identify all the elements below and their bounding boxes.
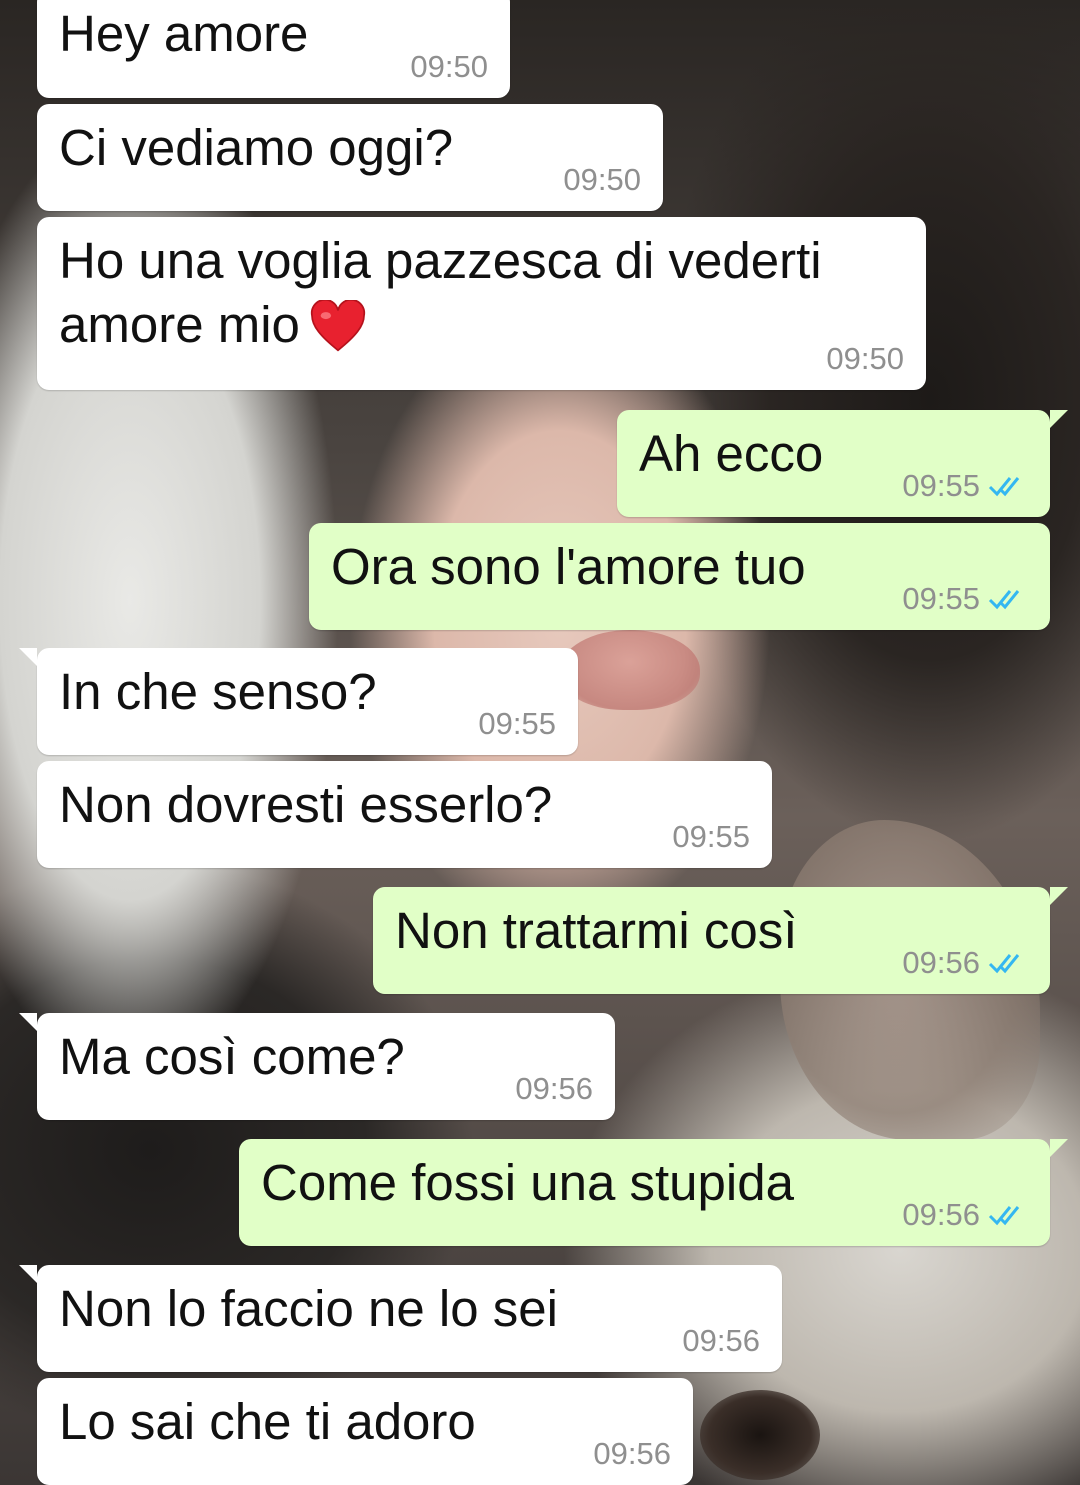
double-check-read-icon <box>988 590 1020 610</box>
wallpaper-detail <box>700 1390 820 1480</box>
double-check-read-icon <box>988 1206 1020 1226</box>
message-text: Ah ecco <box>639 425 824 482</box>
message-text: Non lo faccio ne lo sei <box>59 1280 558 1337</box>
message-time: 09:56 <box>902 945 980 980</box>
message-text: Lo sai che ti adoro <box>59 1393 476 1450</box>
message-time: 09:55 <box>478 706 556 741</box>
double-check-read-icon <box>988 477 1020 497</box>
message-text: Hey amore <box>59 5 309 62</box>
message-time: 09:50 <box>563 162 641 197</box>
message-bubble-incoming[interactable]: Ci vediamo oggi? 09:50 <box>37 104 663 211</box>
message-time: 09:50 <box>410 49 488 84</box>
message-text: Ci vediamo oggi? <box>59 119 454 176</box>
wallpaper-detail <box>560 630 700 710</box>
message-time: 09:56 <box>593 1436 671 1471</box>
message-bubble-outgoing[interactable]: Come fossi una stupida 09:56 <box>239 1139 1068 1246</box>
message-bubble-incoming[interactable]: Ma così come? 09:56 <box>19 1013 615 1120</box>
message-bubble-incoming[interactable]: Non dovresti esserlo? 09:55 <box>37 761 772 868</box>
message-text: Ma così come? <box>59 1028 405 1085</box>
message-time: 09:55 <box>672 819 750 854</box>
message-time: 09:50 <box>826 341 904 376</box>
message-time: 09:55 <box>902 581 980 616</box>
message-bubble-outgoing[interactable]: Ah ecco 09:55 <box>617 410 1068 517</box>
message-text: Ora sono l'amore tuo <box>331 538 806 595</box>
message-bubble-incoming[interactable]: In che senso? 09:55 <box>19 648 578 755</box>
message-bubble-incoming[interactable]: Non lo faccio ne lo sei 09:56 <box>19 1265 782 1372</box>
message-time: 09:55 <box>902 468 980 503</box>
message-bubble-outgoing[interactable]: Non trattarmi così 09:56 <box>373 887 1068 994</box>
message-text: Non trattarmi così <box>395 902 798 959</box>
red-heart-icon <box>310 300 366 352</box>
message-text: Ho una voglia pazzesca di vederti <box>59 232 822 289</box>
message-bubble-outgoing[interactable]: Ora sono l'amore tuo 09:55 <box>309 523 1050 630</box>
message-bubble-incoming[interactable]: Lo sai che ti adoro 09:56 <box>37 1378 693 1485</box>
message-text: Non dovresti esserlo? <box>59 776 553 833</box>
message-bubble-incoming[interactable]: Hey amore 09:50 <box>37 0 510 98</box>
message-time: 09:56 <box>515 1071 593 1106</box>
message-text: Come fossi una stupida <box>261 1154 794 1211</box>
message-text-line2: amore mio <box>59 296 300 353</box>
double-check-read-icon <box>988 954 1020 974</box>
message-text: In che senso? <box>59 663 377 720</box>
message-time: 09:56 <box>682 1323 760 1358</box>
message-time: 09:56 <box>902 1197 980 1232</box>
message-bubble-incoming[interactable]: Ho una voglia pazzesca di vederti amore … <box>37 217 926 390</box>
